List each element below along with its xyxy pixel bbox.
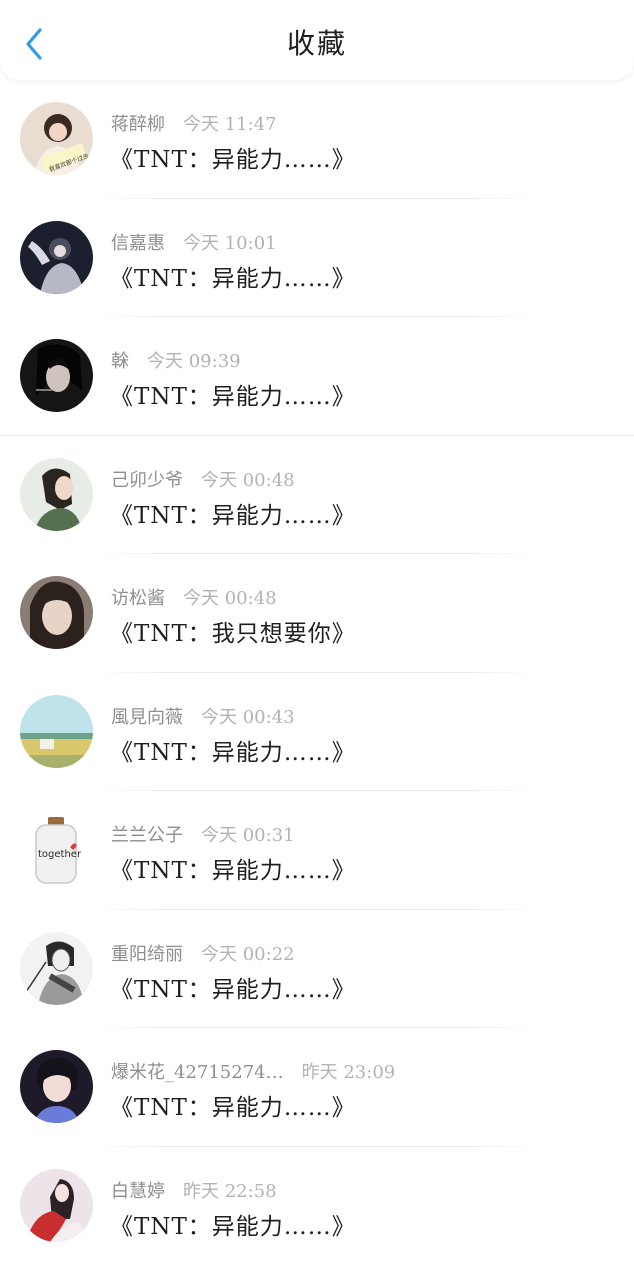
list-item[interactable]: 爆米花_42715274… 昨天 23:09 《TNT：异能力……》 [0,1028,634,1147]
favorite-title[interactable]: 《TNT：异能力……》 [110,259,356,293]
timestamp: 昨天 22:58 [183,1180,277,1202]
author-name[interactable]: 己卯少爷 [111,470,183,491]
author-name[interactable]: 風見向薇 [111,707,183,728]
list-item[interactable]: 榦今天 09:39 《TNT：异能力……》 [0,317,634,436]
timestamp: 今天 10:01 [183,232,277,254]
avatar[interactable] [20,339,93,412]
list-item[interactable]: 访松酱 今天 00:48 《TNT：我只想要你》 [0,554,634,673]
favorite-title[interactable]: 《TNT：异能力……》 [110,140,356,174]
author-name[interactable]: 重阳绮丽 [111,944,183,965]
timestamp: 今天 00:48 [183,588,277,609]
favorites-list: 我喜欢那个过去 蒋醉柳 今天 11:47 《TNT：异能力……》 信嘉惠 今天 10… [0,80,634,1265]
list-item[interactable]: together 兰兰公子 今天 00:31 《TNT：异能力……》 [0,791,634,910]
timestamp: 今天 00:43 [201,706,295,728]
favorite-title[interactable]: 《TNT：异能力……》 [110,496,356,530]
list-item[interactable]: 風見向薇 今天 00:43 《TNT：异能力……》 [0,673,634,791]
author-name[interactable]: 蒋醉柳 [111,114,165,135]
author-name[interactable]: 榦 [111,351,129,372]
author-name[interactable]: 信嘉惠 [111,233,165,254]
favorite-title[interactable]: 《TNT：异能力……》 [110,733,356,767]
timestamp: 今天 00:31 [201,825,295,846]
list-item[interactable]: 我喜欢那个过去 蒋醉柳 今天 11:47 《TNT：异能力……》 [0,80,634,199]
favorite-title[interactable]: 《TNT：异能力……》 [110,1088,356,1122]
avatar[interactable] [20,931,93,1005]
author-name[interactable]: 访松酱 [111,588,165,609]
avatar[interactable]: 我喜欢那个过去 [20,102,93,175]
favorite-title[interactable]: 《TNT：异能力……》 [110,377,356,411]
timestamp: 今天 00:22 [201,943,295,965]
avatar[interactable] [20,1050,93,1123]
favorite-title[interactable]: 《TNT：我只想要你》 [110,614,356,648]
favorite-title[interactable]: 《TNT：异能力……》 [110,1207,356,1241]
avatar[interactable] [20,576,93,649]
timestamp: 昨天 23:09 [301,1062,396,1083]
author-name[interactable]: 爆米花_42715274… [111,1062,284,1083]
author-name[interactable]: 兰兰公子 [111,825,183,846]
avatar[interactable] [20,457,93,531]
list-item[interactable]: 白慧婷 昨天 22:58 《TNT：异能力……》 [0,1147,634,1266]
timestamp: 今天 09:39 [147,351,241,372]
list-item[interactable]: 信嘉惠 今天 10:01 《TNT：异能力……》 [0,199,634,317]
jar-label: together [38,849,82,860]
author-name[interactable]: 白慧婷 [111,1181,165,1202]
top-bar: 收藏 [0,0,634,80]
avatar[interactable] [20,220,93,294]
avatar[interactable] [20,1168,93,1242]
list-item[interactable]: 己卯少爷 今天 00:48 《TNT：异能力……》 [0,436,634,554]
page-title: 收藏 [286,27,347,60]
list-item[interactable]: 重阳绮丽 今天 00:22 《TNT：异能力……》 [0,910,634,1028]
timestamp: 今天 11:47 [183,114,277,135]
favorite-title[interactable]: 《TNT：异能力……》 [110,970,356,1004]
avatar[interactable] [20,694,93,768]
avatar[interactable]: together [20,813,93,886]
favorite-title[interactable]: 《TNT：异能力……》 [110,851,356,885]
timestamp: 今天 00:48 [201,469,295,491]
